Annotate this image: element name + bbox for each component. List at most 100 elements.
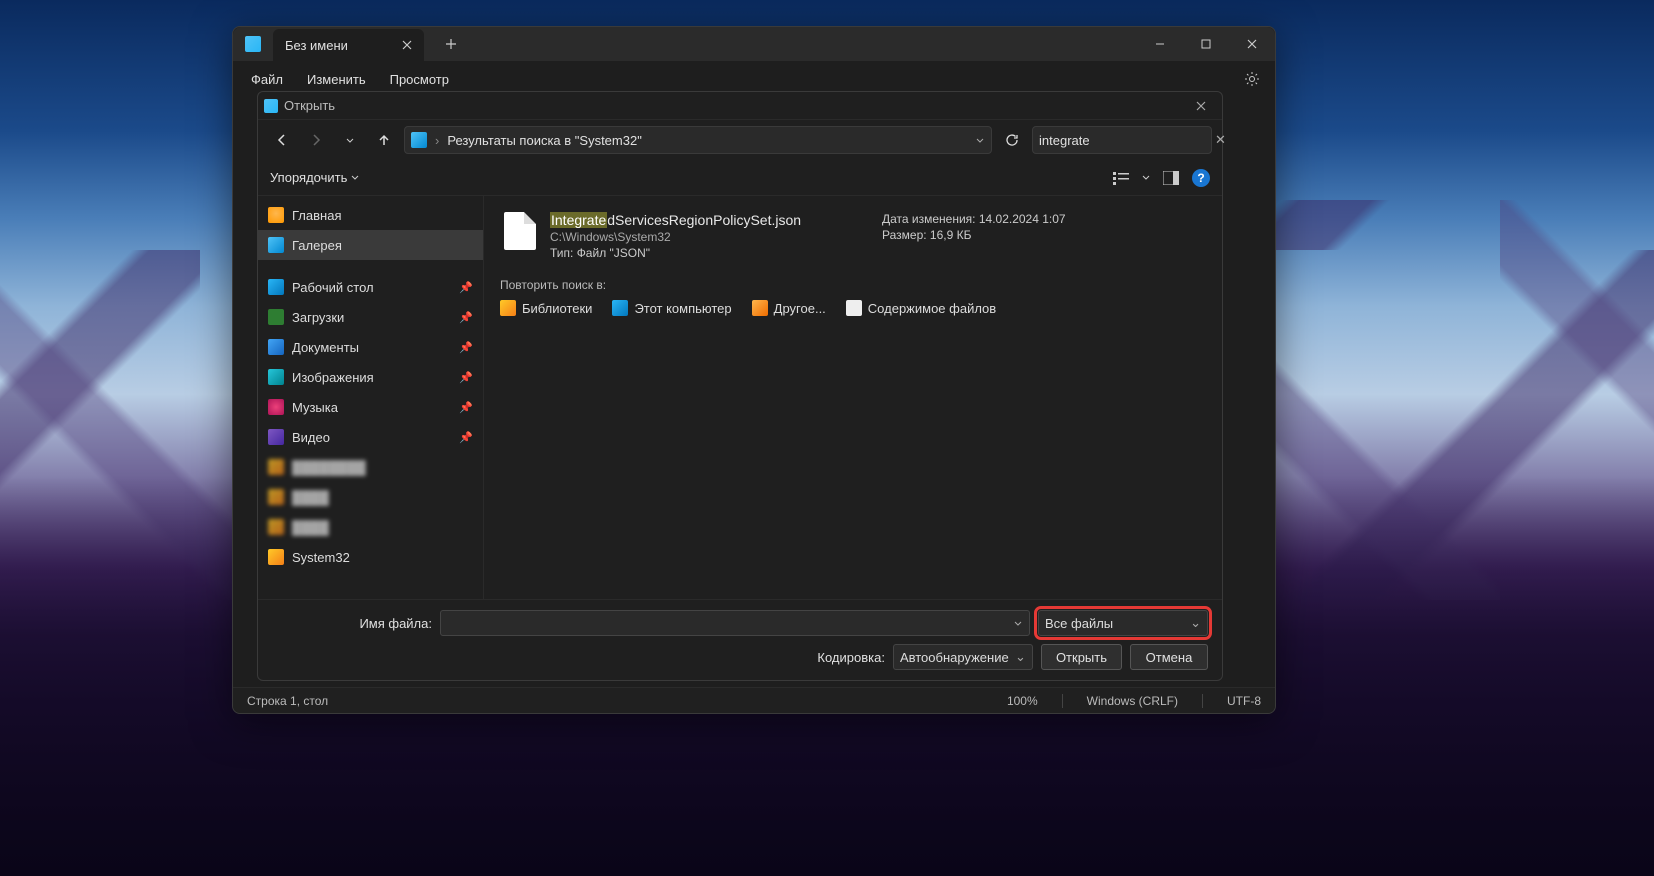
open-button[interactable]: Открыть (1041, 644, 1122, 670)
sidebar-item-label: Загрузки (292, 310, 344, 325)
minimize-icon (1155, 39, 1165, 49)
app-icon (245, 36, 261, 52)
list-view-icon (1113, 171, 1129, 185)
result-path: C:\Windows\System32 (550, 230, 868, 244)
encoding-dropdown[interactable]: Автообнаружение ⌄ (893, 644, 1033, 670)
back-button[interactable] (268, 126, 296, 154)
recent-dropdown[interactable] (336, 126, 364, 154)
organize-button[interactable]: Упорядочить (270, 170, 359, 185)
home-icon (268, 207, 284, 223)
preview-pane-button[interactable] (1160, 167, 1182, 189)
notepad-window: Без имени Файл Изменить Просмотр Открыть (232, 26, 1276, 714)
video-icon (268, 429, 284, 445)
results-pane: IntegratedServicesRegionPolicySet.json C… (484, 196, 1222, 599)
pin-icon: 📌 (459, 311, 473, 324)
minimize-button[interactable] (1137, 27, 1183, 61)
file-icon (504, 212, 536, 250)
repeat-search-scopes: Библиотеки Этот компьютер Другое... Соде… (500, 300, 1206, 316)
view-mode-button[interactable] (1110, 167, 1132, 189)
cancel-button[interactable]: Отмена (1130, 644, 1208, 670)
menu-edit[interactable]: Изменить (297, 68, 376, 91)
organize-label: Упорядочить (270, 170, 347, 185)
close-window-button[interactable] (1229, 27, 1275, 61)
result-filename: IntegratedServicesRegionPolicySet.json (550, 212, 868, 228)
close-icon (1196, 101, 1206, 111)
sidebar-item-redacted[interactable]: ████ (258, 482, 483, 512)
sidebar-item-desktop[interactable]: Рабочий стол📌 (258, 272, 483, 302)
folder-icon (268, 459, 284, 475)
sidebar-item-video[interactable]: Видео📌 (258, 422, 483, 452)
sidebar-item-redacted[interactable]: ████ (258, 512, 483, 542)
sidebar: Главная Галерея Рабочий стол📌 Загрузки📌 … (258, 196, 484, 599)
refresh-icon (1005, 133, 1019, 147)
sidebar-item-label: Рабочий стол (292, 280, 374, 295)
arrow-left-icon (275, 133, 289, 147)
chevron-down-icon[interactable] (1013, 618, 1023, 628)
filetype-dropdown[interactable]: Все файлы ⌄ (1038, 610, 1208, 636)
search-box[interactable]: ✕ (1032, 126, 1212, 154)
breadcrumb-text: Результаты поиска в "System32" (447, 133, 641, 148)
breadcrumb-dropdown[interactable] (975, 135, 985, 145)
menu-file[interactable]: Файл (241, 68, 293, 91)
folder-icon (268, 549, 284, 565)
pin-icon: 📌 (459, 341, 473, 354)
settings-button[interactable] (1237, 64, 1267, 94)
encoding-label: Кодировка: (817, 650, 885, 665)
repeat-this-pc[interactable]: Этот компьютер (612, 300, 731, 316)
tab-title: Без имени (285, 38, 348, 53)
repeat-libraries[interactable]: Библиотеки (500, 300, 592, 316)
sidebar-item-label: Главная (292, 208, 341, 223)
open-dialog: Открыть › Результаты поиска в "System32"… (257, 91, 1223, 681)
chevron-down-icon: ⌄ (1190, 615, 1201, 631)
tab[interactable]: Без имени (273, 29, 424, 61)
breadcrumb[interactable]: › Результаты поиска в "System32" (404, 126, 992, 154)
sidebar-item-music[interactable]: Музыка📌 (258, 392, 483, 422)
sidebar-item-downloads[interactable]: Загрузки 📌 (258, 302, 483, 332)
gallery-icon (268, 237, 284, 253)
dialog-title: Открыть (284, 98, 335, 113)
sidebar-item-label: System32 (292, 550, 350, 565)
maximize-button[interactable] (1183, 27, 1229, 61)
status-encoding[interactable]: UTF-8 (1227, 694, 1261, 708)
chevron-down-icon: ⌄ (1015, 649, 1026, 665)
dialog-close-button[interactable] (1186, 93, 1216, 119)
gear-icon (1244, 71, 1260, 87)
sidebar-item-documents[interactable]: Документы📌 (258, 332, 483, 362)
menu-view[interactable]: Просмотр (380, 68, 459, 91)
refresh-button[interactable] (998, 126, 1026, 154)
forward-button[interactable] (302, 126, 330, 154)
search-clear-button[interactable]: ✕ (1215, 132, 1226, 148)
sidebar-item-home[interactable]: Главная (258, 200, 483, 230)
sidebar-item-system32[interactable]: System32 (258, 542, 483, 572)
music-icon (268, 399, 284, 415)
help-button[interactable]: ? (1192, 169, 1210, 187)
pc-icon (612, 300, 628, 316)
repeat-file-contents[interactable]: Содержимое файлов (846, 300, 996, 316)
breadcrumb-separator-icon: › (435, 133, 439, 148)
chevron-down-icon (351, 174, 359, 182)
filename-input[interactable] (447, 616, 1013, 631)
status-zoom[interactable]: 100% (1007, 694, 1038, 708)
tab-close-button[interactable] (398, 36, 416, 54)
sidebar-item-gallery[interactable]: Галерея (258, 230, 483, 260)
sidebar-item-label: Галерея (292, 238, 342, 253)
search-input[interactable] (1039, 133, 1215, 148)
new-tab-button[interactable] (436, 29, 466, 59)
close-icon (1247, 39, 1257, 49)
statusbar: Строка 1, стол 100% Windows (CRLF) UTF-8 (233, 687, 1275, 713)
maximize-icon (1201, 39, 1211, 49)
repeat-other[interactable]: Другое... (752, 300, 826, 316)
result-type: Тип: Файл "JSON" (550, 246, 868, 260)
file-contents-icon (846, 300, 862, 316)
search-result[interactable]: IntegratedServicesRegionPolicySet.json C… (500, 206, 1206, 266)
sidebar-item-label: Видео (292, 430, 330, 445)
close-icon (402, 40, 412, 50)
sidebar-item-redacted[interactable]: ████████ (258, 452, 483, 482)
status-eol[interactable]: Windows (CRLF) (1087, 694, 1178, 708)
up-button[interactable] (370, 126, 398, 154)
filename-label: Имя файла: (272, 616, 432, 631)
sidebar-item-images[interactable]: Изображения📌 (258, 362, 483, 392)
nav-toolbar: › Результаты поиска в "System32" ✕ (258, 120, 1222, 160)
dialog-titlebar: Открыть (258, 92, 1222, 120)
folder-icon (268, 489, 284, 505)
